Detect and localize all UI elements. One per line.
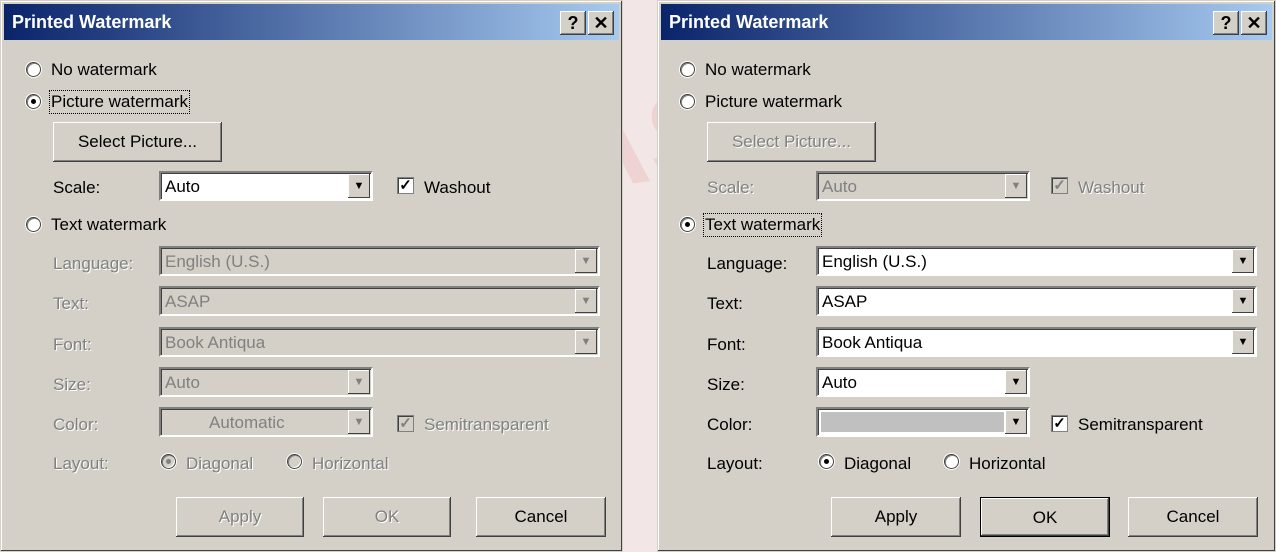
select-picture-button[interactable]: Select Picture... xyxy=(707,122,876,162)
scale-value: Auto xyxy=(165,177,200,196)
horizontal-label: Horizontal xyxy=(969,454,1046,473)
ok-button[interactable]: OK xyxy=(323,497,451,537)
scale-dropdown[interactable]: Auto ▼ xyxy=(159,171,373,201)
text-watermark-label: Text watermark xyxy=(51,215,167,234)
semitransparent-checkbox[interactable]: ✓ xyxy=(1051,415,1068,432)
language-value: English (U.S.) xyxy=(165,252,270,271)
font-dropdown[interactable]: Book Antiqua ▼ xyxy=(159,327,600,357)
font-value: Book Antiqua xyxy=(165,333,266,352)
no-watermark-label: No watermark xyxy=(51,60,157,79)
dialog-title: Printed Watermark xyxy=(669,12,829,32)
no-watermark-label: No watermark xyxy=(705,60,811,79)
washout-label: Washout xyxy=(1078,178,1145,197)
scale-label: Scale: xyxy=(53,178,101,197)
text-label: Text: xyxy=(53,294,89,313)
color-label: Color: xyxy=(53,415,99,434)
language-value: English (U.S.) xyxy=(822,252,927,271)
chevron-down-icon[interactable]: ▼ xyxy=(1005,174,1027,198)
font-value: Book Antiqua xyxy=(822,333,923,352)
close-button[interactable]: ✕ xyxy=(588,11,614,35)
text-watermark-radio[interactable] xyxy=(26,217,41,232)
layout-label: Layout: xyxy=(53,454,109,473)
chevron-down-icon[interactable]: ▼ xyxy=(575,330,597,354)
color-value: Automatic xyxy=(209,413,285,432)
size-dropdown[interactable]: Auto ▼ xyxy=(159,367,373,397)
washout-checkbox[interactable]: ✓ xyxy=(1051,177,1068,194)
text-label: Text: xyxy=(707,294,743,313)
text-dropdown[interactable]: ASAP ▼ xyxy=(816,286,1257,316)
chevron-down-icon[interactable]: ▼ xyxy=(575,289,597,313)
font-label: Font: xyxy=(707,335,746,354)
picture-watermark-radio[interactable] xyxy=(26,94,41,109)
semitransparent-label: Semitransparent xyxy=(424,415,549,434)
diagonal-label: Diagonal xyxy=(844,454,912,473)
chevron-down-icon[interactable]: ▼ xyxy=(1232,330,1254,354)
semitransparent-label: Semitransparent xyxy=(1078,415,1203,434)
text-value: ASAP xyxy=(165,292,211,311)
scale-label: Scale: xyxy=(707,178,755,197)
chevron-down-icon[interactable]: ▼ xyxy=(348,410,370,434)
cancel-button[interactable]: Cancel xyxy=(476,497,606,537)
help-button[interactable]: ? xyxy=(560,11,586,35)
chevron-down-icon[interactable]: ▼ xyxy=(575,249,597,273)
picture-watermark-label: Picture watermark xyxy=(49,90,190,114)
size-value: Auto xyxy=(165,373,200,392)
color-swatch xyxy=(821,412,1004,432)
title-bar[interactable]: Printed Watermark ? ✕ xyxy=(4,4,619,40)
help-button[interactable]: ? xyxy=(1213,11,1239,35)
watermark-dialog-text-mode: Printed Watermark ? ✕ No watermark Pictu… xyxy=(657,0,1276,552)
select-picture-button[interactable]: Select Picture... xyxy=(53,122,222,162)
chevron-down-icon[interactable]: ▼ xyxy=(348,174,370,198)
cancel-button[interactable]: Cancel xyxy=(1128,497,1258,537)
color-label: Color: xyxy=(707,415,753,434)
language-dropdown[interactable]: English (U.S.) ▼ xyxy=(816,246,1257,276)
horizontal-radio[interactable] xyxy=(944,454,959,469)
diagonal-radio[interactable] xyxy=(819,454,834,469)
chevron-down-icon[interactable]: ▼ xyxy=(1232,289,1254,313)
color-dropdown[interactable]: ▼ xyxy=(816,407,1030,437)
color-dropdown[interactable]: Automatic ▼ xyxy=(159,407,373,437)
no-watermark-radio[interactable] xyxy=(680,62,695,77)
picture-watermark-label: Picture watermark xyxy=(705,92,842,111)
picture-watermark-radio[interactable] xyxy=(680,94,695,109)
apply-button[interactable]: Apply xyxy=(176,497,304,537)
text-watermark-radio[interactable] xyxy=(680,217,695,232)
watermark-dialog-picture-mode: Printed Watermark ? ✕ No watermark Pictu… xyxy=(0,0,623,552)
layout-label: Layout: xyxy=(707,454,763,473)
apply-button[interactable]: Apply xyxy=(831,497,961,537)
language-dropdown[interactable]: English (U.S.) ▼ xyxy=(159,246,600,276)
chevron-down-icon[interactable]: ▼ xyxy=(1005,410,1027,434)
language-label: Language: xyxy=(53,254,134,273)
text-value: ASAP xyxy=(822,292,868,311)
text-watermark-label: Text watermark xyxy=(702,213,823,237)
washout-label: Washout xyxy=(424,178,491,197)
diagonal-radio[interactable] xyxy=(161,454,176,469)
size-dropdown[interactable]: Auto ▼ xyxy=(816,367,1030,397)
title-bar[interactable]: Printed Watermark ? ✕ xyxy=(661,4,1272,40)
size-value: Auto xyxy=(822,373,857,392)
language-label: Language: xyxy=(707,254,788,273)
no-watermark-radio[interactable] xyxy=(26,62,41,77)
chevron-down-icon[interactable]: ▼ xyxy=(348,370,370,394)
chevron-down-icon[interactable]: ▼ xyxy=(1232,249,1254,273)
text-dropdown[interactable]: ASAP ▼ xyxy=(159,286,600,316)
washout-checkbox[interactable]: ✓ xyxy=(397,177,414,194)
dialog-title: Printed Watermark xyxy=(12,12,172,32)
diagonal-label: Diagonal xyxy=(186,454,254,473)
close-button[interactable]: ✕ xyxy=(1241,11,1267,35)
ok-button[interactable]: OK xyxy=(980,497,1110,537)
font-dropdown[interactable]: Book Antiqua ▼ xyxy=(816,327,1257,357)
horizontal-radio[interactable] xyxy=(287,454,302,469)
horizontal-label: Horizontal xyxy=(312,454,389,473)
scale-dropdown[interactable]: Auto ▼ xyxy=(816,171,1030,201)
size-label: Size: xyxy=(707,375,745,394)
font-label: Font: xyxy=(53,335,92,354)
scale-value: Auto xyxy=(822,177,857,196)
semitransparent-checkbox[interactable]: ✓ xyxy=(397,415,414,432)
chevron-down-icon[interactable]: ▼ xyxy=(1005,370,1027,394)
size-label: Size: xyxy=(53,375,91,394)
